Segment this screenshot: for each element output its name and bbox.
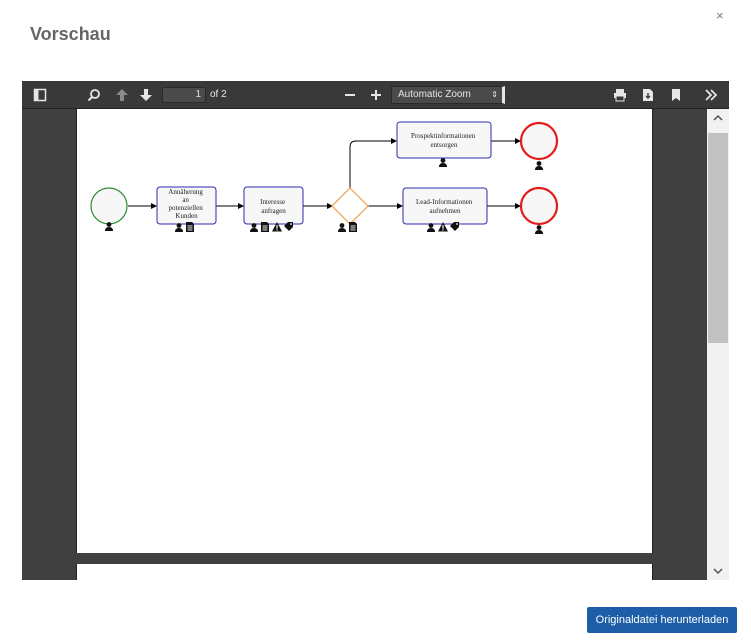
zoom-select[interactable]: Automatic Zoom ⇕ <box>391 86 505 104</box>
dialog-title: Vorschau <box>30 24 111 44</box>
end-event <box>519 121 559 161</box>
close-icon[interactable]: × <box>716 8 724 23</box>
scrollbar-thumb[interactable] <box>708 133 728 343</box>
person-icon <box>439 158 447 167</box>
task-record-lead-info <box>402 187 488 225</box>
document-icon <box>186 222 194 232</box>
exclusive-gateway <box>331 187 369 225</box>
pdf-page-2 <box>76 564 653 580</box>
search-icon[interactable] <box>84 81 104 109</box>
next-page-icon[interactable] <box>136 81 156 109</box>
download-icon[interactable] <box>638 81 658 109</box>
download-original-button[interactable]: Originaldatei herunterladen <box>587 607 737 633</box>
previous-page-icon[interactable] <box>112 81 132 109</box>
pdf-toolbar: 1 of 2 Automatic Zoom ⇕ <box>22 81 729 109</box>
print-icon[interactable] <box>610 81 630 109</box>
sidebar-toggle-icon[interactable] <box>30 81 50 109</box>
tools-chevron-icon[interactable] <box>700 81 722 109</box>
page-number-input[interactable]: 1 <box>162 87 206 103</box>
pdf-viewer: 1 of 2 Automatic Zoom ⇕ Annäherung an po… <box>22 81 729 580</box>
pdf-canvas: Annäherung an potenziellen Kunden Intere… <box>22 109 707 580</box>
document-icon <box>261 222 269 232</box>
person-icon <box>338 223 346 232</box>
scroll-up-icon[interactable] <box>707 109 729 127</box>
bpmn-diagram: Annäherung an potenziellen Kunden Intere… <box>90 121 559 234</box>
zoom-select-value: Automatic Zoom <box>398 89 471 100</box>
chevron-updown-icon: ⇕ <box>491 90 498 99</box>
bookmark-icon[interactable] <box>666 81 686 109</box>
zoom-in-icon[interactable] <box>366 81 386 109</box>
zoom-out-icon[interactable] <box>340 81 360 109</box>
pdf-page-1: Annäherung an potenziellen Kunden Intere… <box>76 109 653 553</box>
page-count-label: of 2 <box>210 89 227 100</box>
document-icon <box>349 222 357 232</box>
scroll-down-icon[interactable] <box>707 562 729 580</box>
person-icon <box>535 161 543 170</box>
task-text: Interesse anfragen <box>260 198 287 215</box>
start-event <box>90 187 128 225</box>
end-event <box>519 186 559 226</box>
flow-arrow <box>349 138 397 188</box>
task-dispose-prospect-info <box>396 121 492 159</box>
person-icon <box>535 225 543 234</box>
vertical-scrollbar[interactable] <box>707 109 729 580</box>
